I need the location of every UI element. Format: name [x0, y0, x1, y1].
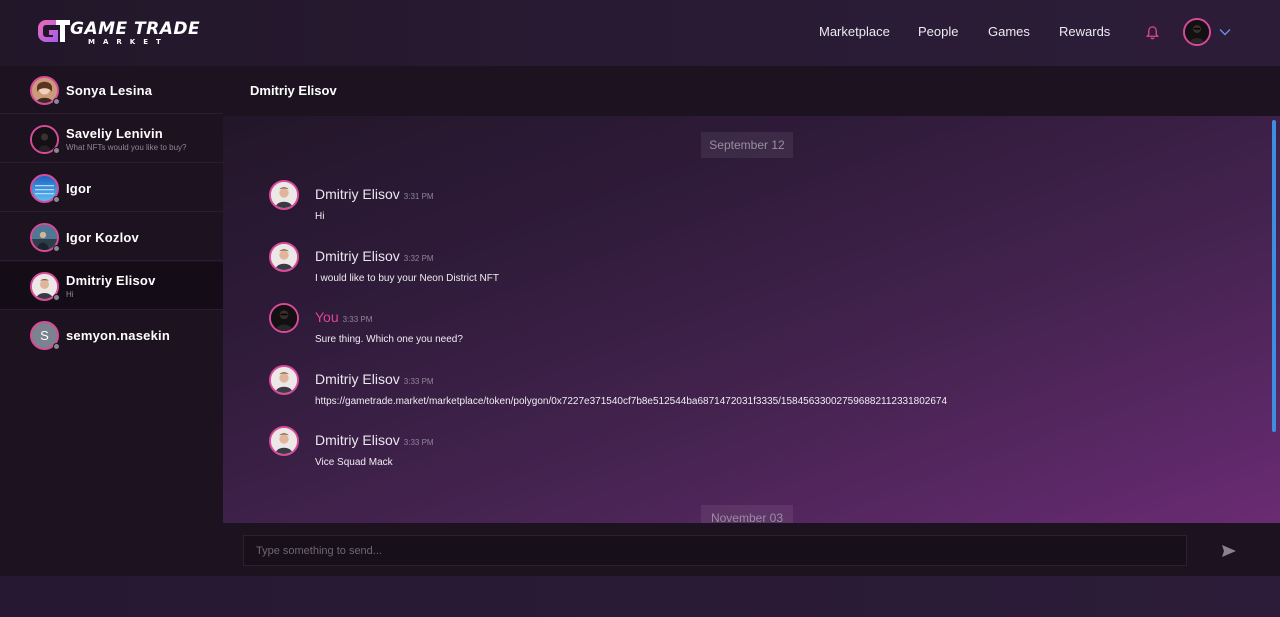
- message-author: Dmitriy Elisov 3:32 PM: [315, 248, 434, 264]
- logo-main-text: GAME TRADE: [70, 19, 201, 39]
- author-name: Dmitriy Elisov: [315, 186, 400, 202]
- message-author: You 3:33 PM: [315, 309, 372, 325]
- contact-name: Sonya Lesina: [66, 83, 153, 98]
- message-input[interactable]: [243, 535, 1187, 566]
- message-time: 3:33 PM: [342, 315, 373, 324]
- message-text: Sure thing. Which one you need?: [315, 334, 463, 345]
- chat-scrollbar[interactable]: [1272, 120, 1276, 432]
- contacts-sidebar: Sonya Lesina Saveliy Lenivin What NFTs w…: [0, 66, 223, 576]
- status-dot: [53, 294, 60, 301]
- author-name: You: [315, 309, 339, 325]
- message-text: I would like to buy your Neon District N…: [315, 273, 499, 284]
- bell-icon[interactable]: [1145, 25, 1160, 40]
- contact-name: semyon.nasekin: [66, 328, 170, 343]
- message-text: Hi: [315, 211, 325, 222]
- status-dot: [53, 343, 60, 350]
- contact-name: Igor Kozlov: [66, 230, 139, 245]
- message-avatar: [269, 180, 299, 210]
- message-avatar: [269, 242, 299, 272]
- status-dot: [53, 196, 60, 203]
- contact-item[interactable]: S semyon.nasekin: [0, 311, 223, 359]
- contact-name: Saveliy Lenivin: [66, 126, 163, 141]
- nav-games[interactable]: Games: [988, 24, 1030, 39]
- status-dot: [53, 98, 60, 105]
- message-composer: [223, 523, 1280, 576]
- author-name: Dmitriy Elisov: [315, 371, 400, 387]
- status-dot: [53, 245, 60, 252]
- contact-preview: Hi: [66, 290, 74, 299]
- message-author: Dmitriy Elisov 3:33 PM: [315, 432, 434, 448]
- author-name: Dmitriy Elisov: [315, 432, 400, 448]
- message-avatar: [269, 426, 299, 456]
- author-name: Dmitriy Elisov: [315, 248, 400, 264]
- logo-sub-text: MARKET: [88, 38, 169, 46]
- nav-people[interactable]: People: [918, 24, 958, 39]
- message-time: 3:32 PM: [403, 254, 434, 263]
- avatar-initial: S: [40, 328, 49, 343]
- logo[interactable]: GAME TRADE MARKET: [36, 14, 206, 48]
- contact-item[interactable]: Sonya Lesina: [0, 66, 223, 114]
- nav-marketplace[interactable]: Marketplace: [819, 24, 890, 39]
- logo-mark-icon: [38, 20, 70, 42]
- message: You 3:33 PM Sure thing. Which one you nee…: [269, 303, 1169, 355]
- date-separator: September 12: [701, 132, 793, 158]
- contact-name: Dmitriy Elisov: [66, 273, 156, 288]
- message-time: 3:33 PM: [403, 377, 434, 386]
- message: Dmitriy Elisov 3:33 PM https://gametrade.…: [269, 365, 1169, 417]
- send-icon[interactable]: [1222, 545, 1236, 557]
- message-avatar: [269, 365, 299, 395]
- chat-header: Dmitriy Elisov: [223, 66, 1280, 116]
- message: Dmitriy Elisov 3:32 PM I would like to bu…: [269, 242, 1169, 294]
- footer: [0, 576, 1280, 617]
- message-list[interactable]: September 12 Dmitriy Elisov 3:31 PM Hi Dm…: [223, 116, 1280, 523]
- message: Dmitriy Elisov 3:31 PM Hi: [269, 180, 1169, 232]
- message-avatar: [269, 303, 299, 333]
- contact-item-active[interactable]: Dmitriy Elisov Hi: [0, 262, 223, 310]
- contact-name: Igor: [66, 181, 92, 196]
- message-text: Vice Squad Mack: [315, 457, 393, 468]
- contact-preview: What NFTs would you like to buy?: [66, 143, 187, 152]
- contact-item[interactable]: Igor: [0, 164, 223, 212]
- message-time: 3:31 PM: [403, 192, 434, 201]
- user-avatar[interactable]: [1183, 18, 1211, 46]
- message-author: Dmitriy Elisov 3:33 PM: [315, 371, 434, 387]
- chevron-down-icon[interactable]: [1219, 28, 1231, 36]
- message-author: Dmitriy Elisov 3:31 PM: [315, 186, 434, 202]
- message-link[interactable]: https://gametrade.market/marketplace/tok…: [315, 396, 947, 407]
- user-avatar-image: [1185, 20, 1209, 44]
- chat-title: Dmitriy Elisov: [250, 83, 337, 98]
- contact-item[interactable]: Saveliy Lenivin What NFTs would you like…: [0, 115, 223, 163]
- top-bar: GAME TRADE MARKET Marketplace People Gam…: [0, 0, 1280, 66]
- contact-item[interactable]: Igor Kozlov: [0, 213, 223, 261]
- message-time: 3:33 PM: [403, 438, 434, 447]
- date-separator: November 03: [701, 505, 793, 523]
- status-dot: [53, 147, 60, 154]
- message: Dmitriy Elisov 3:33 PM Vice Squad Mack: [269, 426, 1169, 478]
- nav-rewards[interactable]: Rewards: [1059, 24, 1110, 39]
